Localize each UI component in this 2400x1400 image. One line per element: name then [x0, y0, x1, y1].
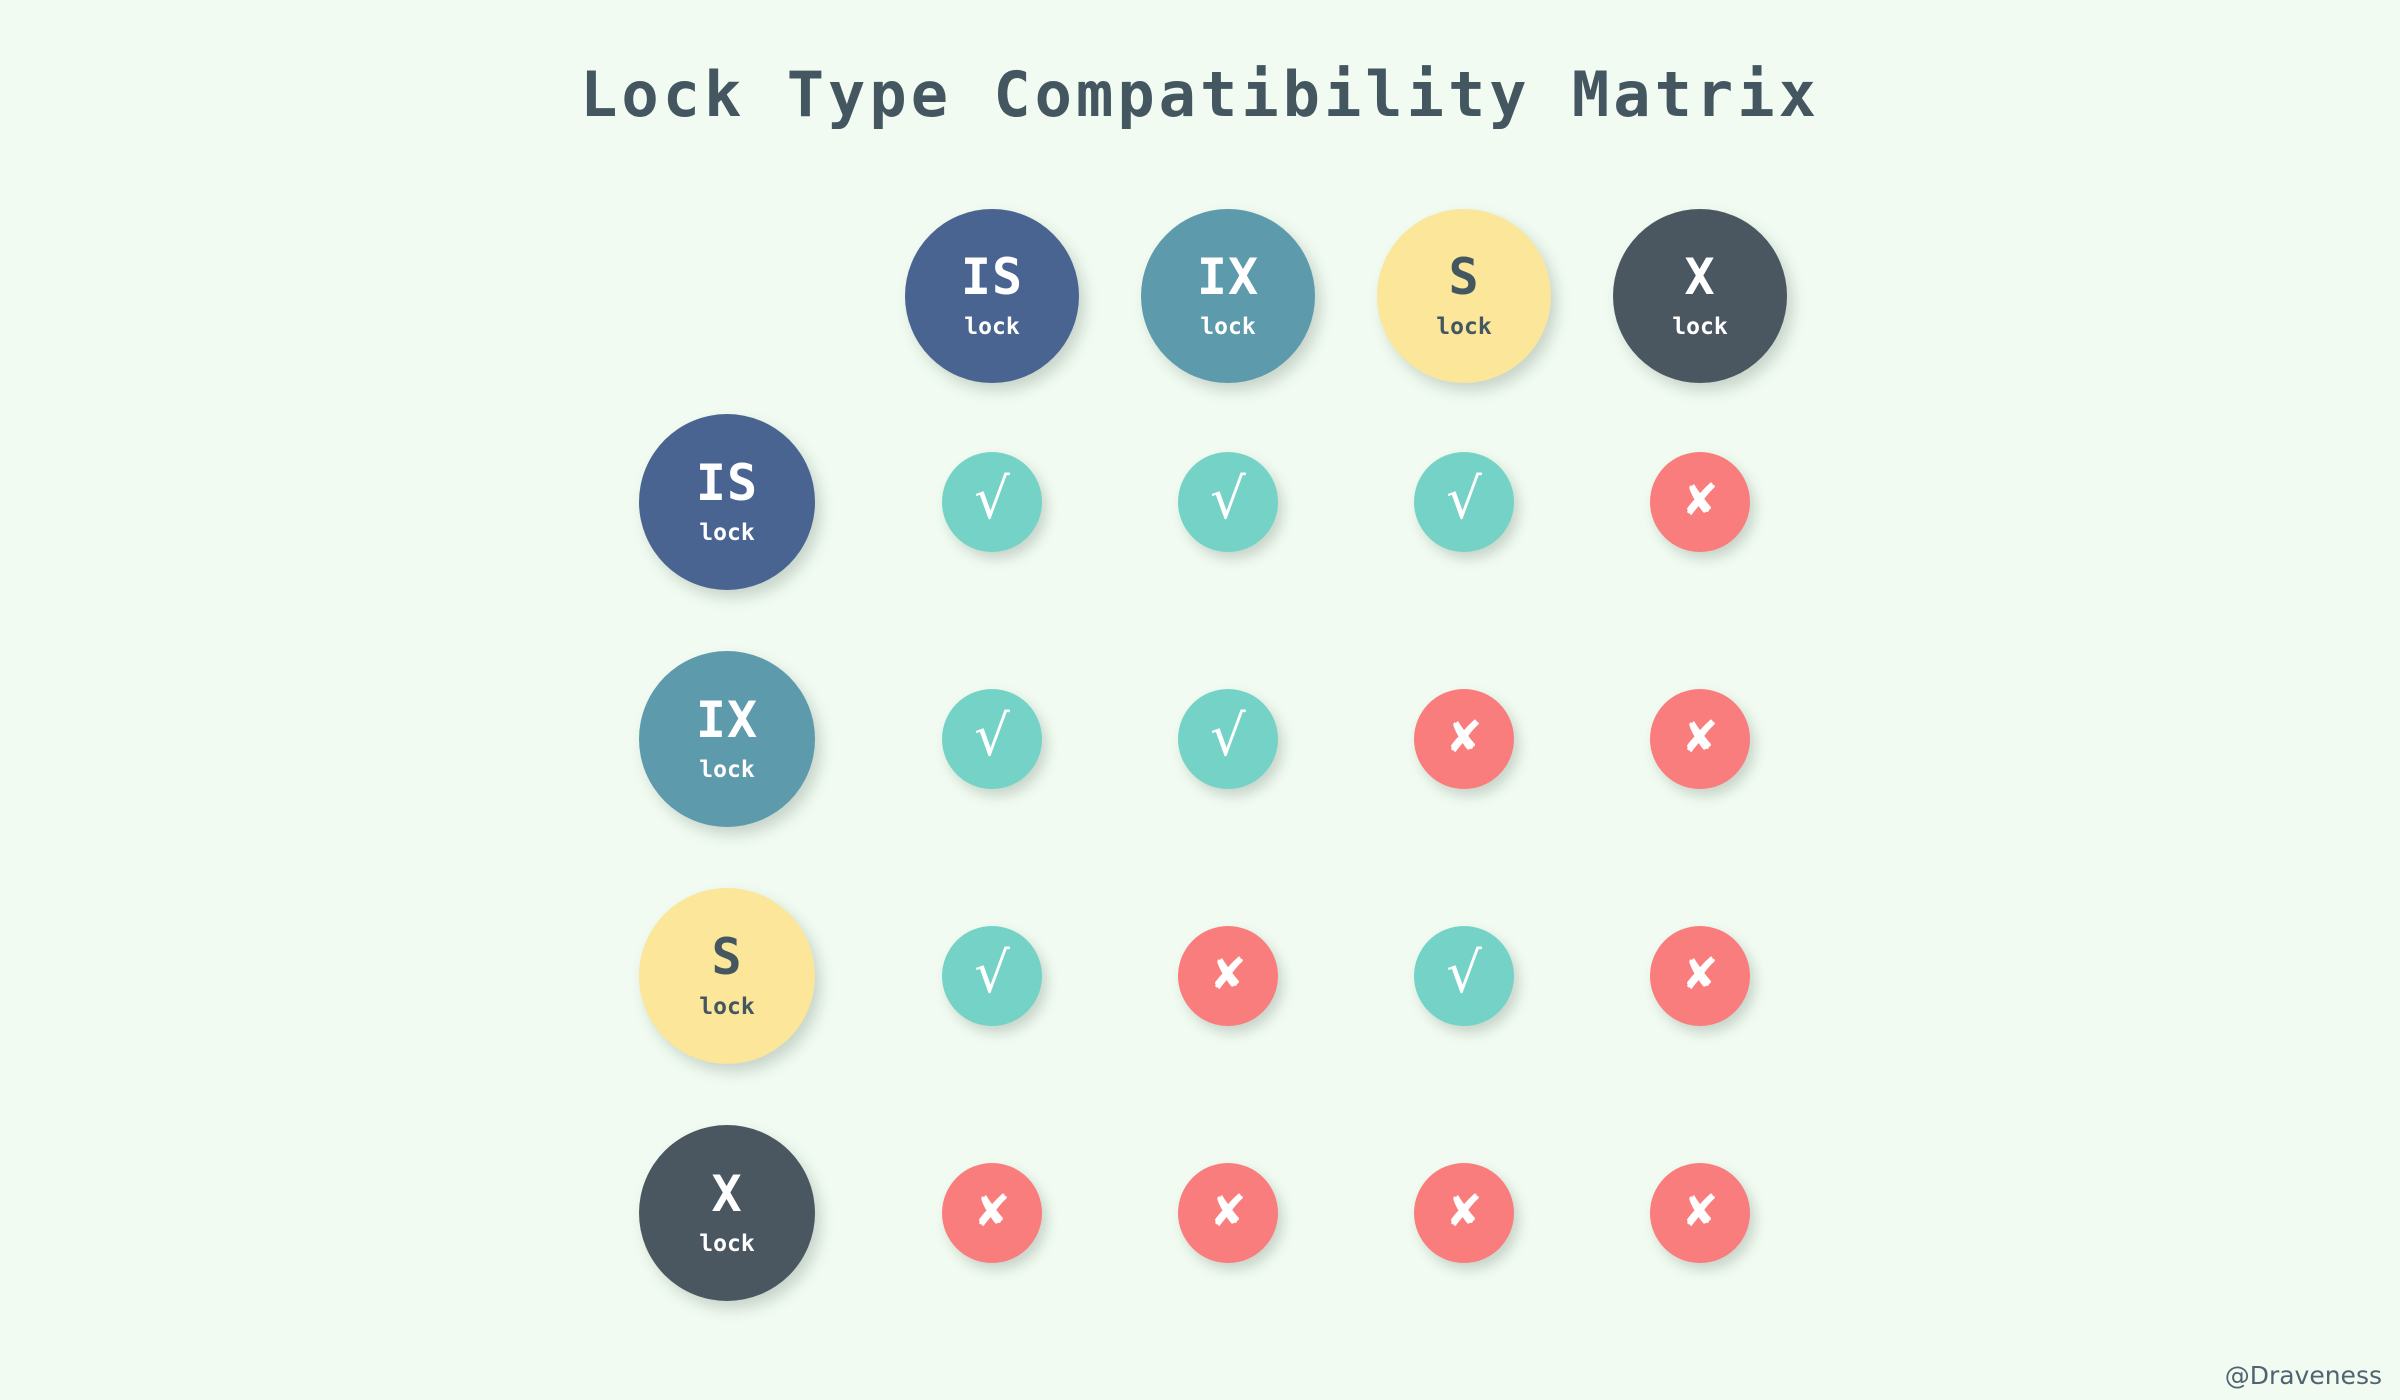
- matrix-cell-x-s: ✘: [1346, 1094, 1582, 1331]
- row-header-ix: IX lock: [638, 620, 816, 857]
- compatible-mark: √: [942, 451, 1042, 552]
- compatible-mark: √: [942, 688, 1042, 789]
- column-header-s: Slock: [1346, 208, 1582, 383]
- check-icon: √: [1446, 466, 1482, 532]
- lock-code-label: IX: [695, 691, 759, 749]
- lock-chip-x-row-header: Xlock: [639, 1124, 815, 1301]
- check-icon: √: [1446, 940, 1482, 1006]
- lock-sub-label: lock: [699, 1231, 755, 1257]
- cross-icon: ✘: [1681, 711, 1719, 763]
- lock-chip-s-column-header: Slock: [1377, 208, 1551, 383]
- lock-sub-label: lock: [1436, 314, 1492, 340]
- lock-sub-label: lock: [699, 757, 755, 783]
- compatible-mark: √: [1178, 451, 1278, 552]
- incompatible-mark: ✘: [942, 1162, 1042, 1263]
- lock-code-label: IX: [1196, 248, 1260, 306]
- matrix-row: IS lock √ √ √ ✘: [638, 383, 1818, 620]
- row-header-s: Slock: [638, 857, 816, 1094]
- lock-chip-x-column-header: Xlock: [1613, 208, 1787, 383]
- column-header-is: IS lock: [874, 208, 1110, 383]
- incompatible-mark: ✘: [1650, 1162, 1750, 1263]
- lock-chip-ix-column-header: IX lock: [1141, 208, 1315, 383]
- cross-icon: ✘: [1445, 1185, 1483, 1237]
- matrix-cell-ix-ix: √: [1110, 620, 1346, 857]
- lock-chip-ix-row-header: IX lock: [639, 650, 815, 827]
- row-header-is: IS lock: [638, 383, 816, 620]
- compatibility-matrix: IS lock IX lock Slock Xlock IS lock √ √ √ ✘ IX lock √ √…: [638, 208, 1818, 1331]
- check-icon: √: [1210, 466, 1246, 532]
- check-icon: √: [974, 703, 1010, 769]
- lock-sub-label: lock: [1200, 314, 1256, 340]
- matrix-cell-s-is: √: [874, 857, 1110, 1094]
- matrix-cell-is-ix: √: [1110, 383, 1346, 620]
- lock-code-label: S: [1448, 248, 1480, 306]
- incompatible-mark: ✘: [1650, 688, 1750, 789]
- incompatible-mark: ✘: [1178, 1162, 1278, 1263]
- lock-code-label: S: [711, 928, 743, 986]
- check-icon: √: [974, 466, 1010, 532]
- matrix-header-row: IS lock IX lock Slock Xlock: [638, 208, 1818, 383]
- matrix-cell-x-ix: ✘: [1110, 1094, 1346, 1331]
- incompatible-mark: ✘: [1650, 451, 1750, 552]
- matrix-cell-s-ix: ✘: [1110, 857, 1346, 1094]
- compatible-mark: √: [1178, 688, 1278, 789]
- lock-code-label: X: [1684, 248, 1716, 306]
- lock-code-label: IS: [695, 454, 759, 512]
- lock-sub-label: lock: [964, 314, 1020, 340]
- matrix-cell-is-x: ✘: [1582, 383, 1818, 620]
- cross-icon: ✘: [973, 1185, 1011, 1237]
- matrix-corner-spacer: [638, 208, 816, 383]
- watermark: @Draveness: [2224, 1361, 2382, 1390]
- check-icon: √: [974, 940, 1010, 1006]
- lock-code-label: X: [711, 1165, 743, 1223]
- row-header-x: Xlock: [638, 1094, 816, 1331]
- cross-icon: ✘: [1209, 948, 1247, 1000]
- compatible-mark: √: [1414, 451, 1514, 552]
- matrix-row: IX lock √ √ ✘ ✘: [638, 620, 1818, 857]
- matrix-cell-s-x: ✘: [1582, 857, 1818, 1094]
- cross-icon: ✘: [1445, 711, 1483, 763]
- matrix-cell-is-is: √: [874, 383, 1110, 620]
- cross-icon: ✘: [1681, 474, 1719, 526]
- lock-code-label: IS: [960, 248, 1024, 306]
- matrix-cell-is-s: √: [1346, 383, 1582, 620]
- incompatible-mark: ✘: [1650, 925, 1750, 1026]
- page-title: Lock Type Compatibility Matrix: [580, 58, 1820, 131]
- incompatible-mark: ✘: [1414, 1162, 1514, 1263]
- lock-sub-label: lock: [1672, 314, 1728, 340]
- lock-sub-label: lock: [699, 994, 755, 1020]
- matrix-row: Xlock ✘ ✘ ✘ ✘: [638, 1094, 1818, 1331]
- incompatible-mark: ✘: [1178, 925, 1278, 1026]
- check-icon: √: [1210, 703, 1246, 769]
- incompatible-mark: ✘: [1414, 688, 1514, 789]
- matrix-cell-ix-s: ✘: [1346, 620, 1582, 857]
- matrix-cell-x-is: ✘: [874, 1094, 1110, 1331]
- lock-sub-label: lock: [699, 520, 755, 546]
- cross-icon: ✘: [1681, 948, 1719, 1000]
- matrix-cell-ix-is: √: [874, 620, 1110, 857]
- matrix-cell-x-x: ✘: [1582, 1094, 1818, 1331]
- matrix-row: Slock √ ✘ √ ✘: [638, 857, 1818, 1094]
- lock-chip-is-column-header: IS lock: [905, 208, 1079, 383]
- cross-icon: ✘: [1681, 1185, 1719, 1237]
- compatible-mark: √: [1414, 925, 1514, 1026]
- matrix-canvas: Lock Type Compatibility Matrix IS lock IX l…: [0, 0, 2400, 1400]
- matrix-cell-ix-x: ✘: [1582, 620, 1818, 857]
- matrix-cell-s-s: √: [1346, 857, 1582, 1094]
- column-header-x: Xlock: [1582, 208, 1818, 383]
- column-header-ix: IX lock: [1110, 208, 1346, 383]
- lock-chip-s-row-header: Slock: [639, 887, 815, 1064]
- cross-icon: ✘: [1209, 1185, 1247, 1237]
- lock-chip-is-row-header: IS lock: [639, 413, 815, 590]
- compatible-mark: √: [942, 925, 1042, 1026]
